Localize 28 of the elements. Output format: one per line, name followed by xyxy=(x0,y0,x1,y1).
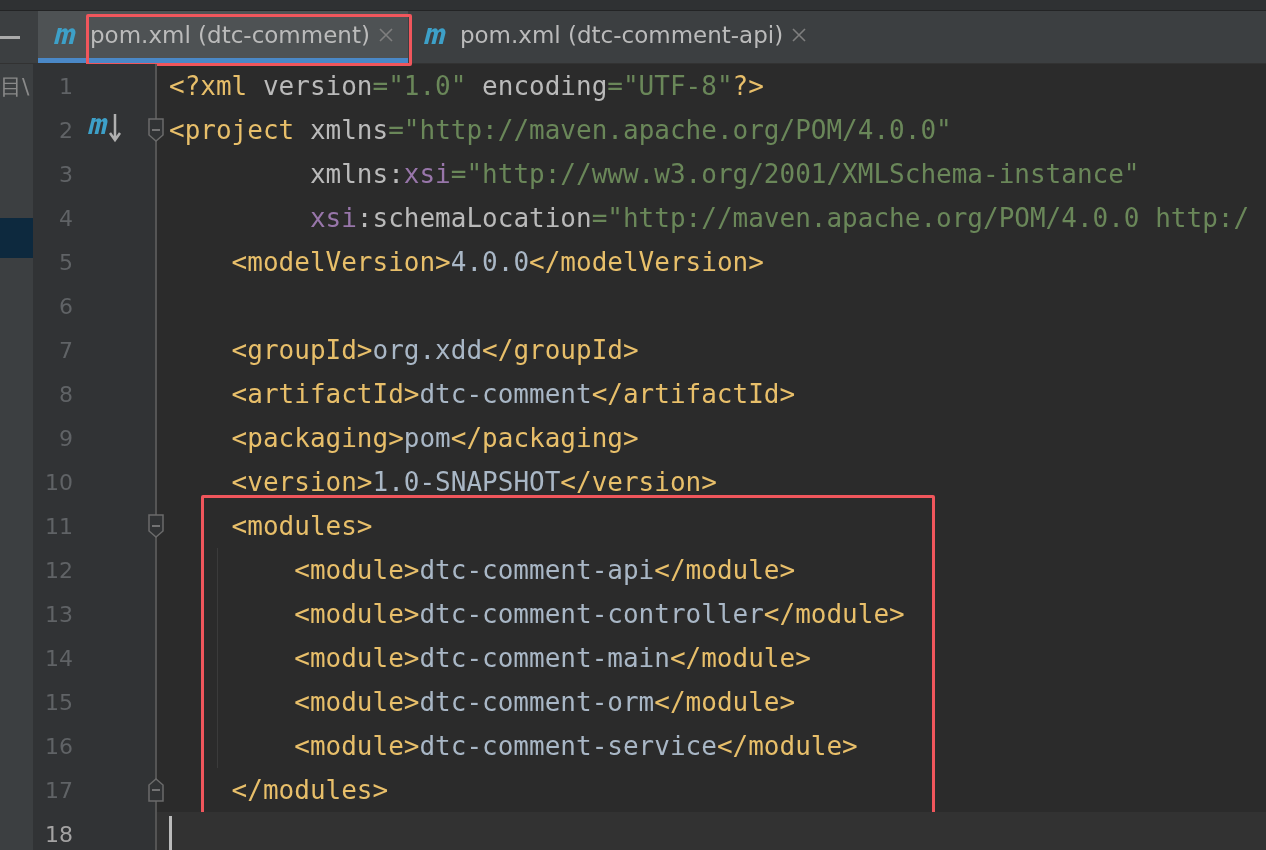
code-line: <groupId>org.xdd</groupId> xyxy=(230,334,640,367)
code-line: <module>dtc-comment-main</module> xyxy=(157,636,1266,680)
maven-arrow-icon[interactable] xyxy=(87,112,123,144)
fold-icon[interactable] xyxy=(148,778,164,802)
minimize-icon[interactable] xyxy=(0,35,20,39)
close-icon[interactable] xyxy=(791,26,808,43)
code-line: <packaging>pom</packaging> xyxy=(230,422,640,455)
code-line: <artifactId>dtc-comment</artifactId> xyxy=(230,378,797,411)
code-line: <modelVersion>4.0.0</modelVersion> xyxy=(230,246,765,279)
sidebar-label: 目\ xyxy=(0,73,31,101)
code-line: <module>dtc-comment-api</module> xyxy=(157,548,1266,592)
close-icon[interactable] xyxy=(377,26,394,43)
code-line: <module>dtc-comment-service</module> xyxy=(157,724,1266,768)
fold-icon[interactable] xyxy=(148,514,164,538)
code-line: <modules> xyxy=(230,510,374,543)
selected-row xyxy=(0,218,33,258)
code-line: <project xmlns="http://maven.apache.org/POM/4.0.0" xyxy=(168,114,953,147)
code-line: </modules> xyxy=(230,774,390,807)
code-line: <version>1.0-SNAPSHOT</version> xyxy=(230,466,718,499)
text-cursor xyxy=(169,816,172,850)
fold-icon[interactable] xyxy=(148,118,164,142)
code-line: xsi:schemaLocation="http://maven.apache.org/POM/4.0.0 http:/ xyxy=(308,202,1251,235)
editor-tab[interactable]: pom.xml (dtc-comment-api) xyxy=(407,11,822,63)
line-number: 18 xyxy=(44,821,73,847)
code-line: <?xml version="1.0" encoding="UTF-8"?> xyxy=(168,70,765,103)
code-line: <module>dtc-comment-controller</module> xyxy=(157,592,1266,636)
code-line: <module>dtc-comment-orm</module> xyxy=(157,680,1266,724)
code-line: xmlns:xsi="http://www.w3.org/2001/XMLSchema-instance" xyxy=(308,158,1141,191)
